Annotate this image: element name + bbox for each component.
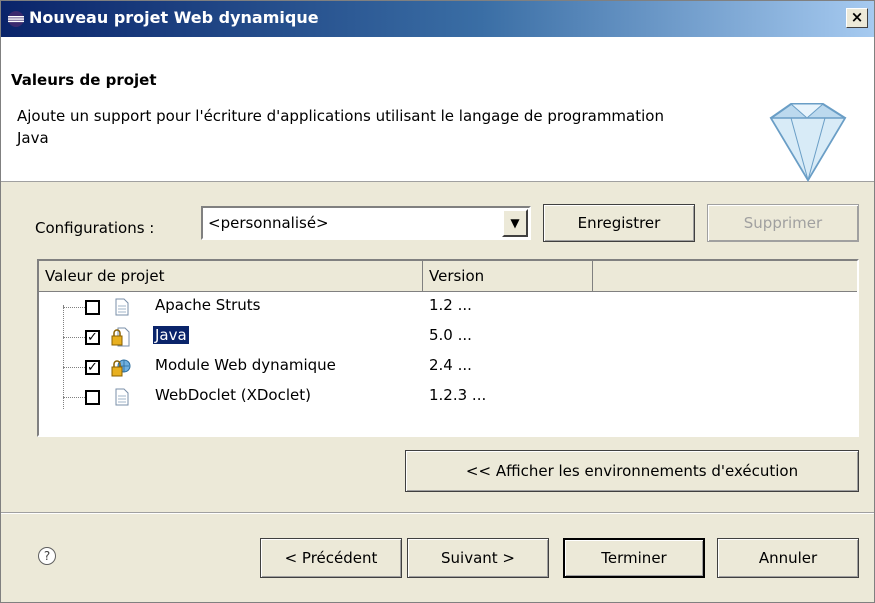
- window-title: Nouveau projet Web dynamique: [29, 8, 319, 27]
- checkbox-apache-struts[interactable]: [85, 300, 100, 315]
- footer-separator: [1, 512, 874, 514]
- java-lock-icon: [111, 327, 130, 347]
- title-bar[interactable]: Nouveau projet Web dynamique ×: [1, 1, 874, 37]
- column-header-version[interactable]: Version: [423, 261, 593, 291]
- tree-branch: [63, 397, 85, 398]
- facet-version[interactable]: 2.4 ...: [429, 356, 472, 374]
- facet-version[interactable]: 1.2.3 ...: [429, 386, 486, 404]
- dialog-window: Nouveau projet Web dynamique × Valeurs d…: [0, 0, 875, 603]
- help-icon[interactable]: ?: [38, 547, 56, 565]
- save-button[interactable]: Enregistrer: [543, 204, 695, 242]
- facet-name: WebDoclet (XDoclet): [155, 386, 311, 404]
- wizard-banner: Valeurs de projet Ajoute un support pour…: [1, 37, 874, 182]
- document-icon: [115, 388, 129, 406]
- configurations-value: <personnalisé>: [208, 214, 329, 232]
- cancel-button[interactable]: Annuler: [717, 538, 859, 578]
- tree-branch: [63, 307, 85, 308]
- previous-button[interactable]: < Précédent: [260, 538, 402, 578]
- document-icon: [115, 298, 129, 316]
- chevron-down-icon[interactable]: ▼: [502, 209, 528, 237]
- delete-button[interactable]: Supprimer: [707, 204, 859, 242]
- facet-name-selected: Java: [152, 325, 190, 345]
- table-row[interactable]: ✓ Java 5.0 ...: [39, 322, 857, 352]
- page-title: Valeurs de projet: [11, 71, 157, 89]
- facet-version[interactable]: 5.0 ...: [429, 326, 472, 344]
- table-row[interactable]: ✓ Module Web dynamique 2.4 ...: [39, 352, 857, 382]
- table-row[interactable]: Apache Struts 1.2 ...: [39, 292, 857, 322]
- facet-name: Module Web dynamique: [155, 356, 336, 374]
- checkbox-java[interactable]: ✓: [85, 330, 100, 345]
- facet-name: Apache Struts: [155, 296, 261, 314]
- column-header-facet[interactable]: Valeur de projet: [39, 261, 423, 291]
- facet-version[interactable]: 1.2 ...: [429, 296, 472, 314]
- checkbox-webdoclet[interactable]: [85, 390, 100, 405]
- show-runtimes-button[interactable]: << Afficher les environnements d'exécuti…: [405, 450, 859, 492]
- column-header-empty: [593, 261, 857, 291]
- facets-table[interactable]: Valeur de projet Version Apache Struts 1…: [37, 259, 859, 437]
- table-row[interactable]: WebDoclet (XDoclet) 1.2.3 ...: [39, 382, 857, 412]
- page-description: Ajoute un support pour l'écriture d'appl…: [17, 107, 664, 147]
- facet-name: Java: [152, 325, 190, 345]
- finish-button[interactable]: Terminer: [563, 538, 705, 578]
- eclipse-icon: [8, 11, 24, 27]
- next-button[interactable]: Suivant >: [407, 538, 549, 578]
- diamond-icon: [769, 103, 847, 182]
- configurations-combo[interactable]: <personnalisé> ▼: [201, 206, 531, 240]
- configurations-label: Configurations :: [35, 219, 155, 237]
- close-button[interactable]: ×: [846, 8, 868, 28]
- checkbox-web-module[interactable]: ✓: [85, 360, 100, 375]
- table-header: Valeur de projet Version: [39, 261, 857, 292]
- tree-branch: [63, 367, 85, 368]
- tree-branch: [63, 337, 85, 338]
- web-module-lock-icon: [111, 359, 131, 377]
